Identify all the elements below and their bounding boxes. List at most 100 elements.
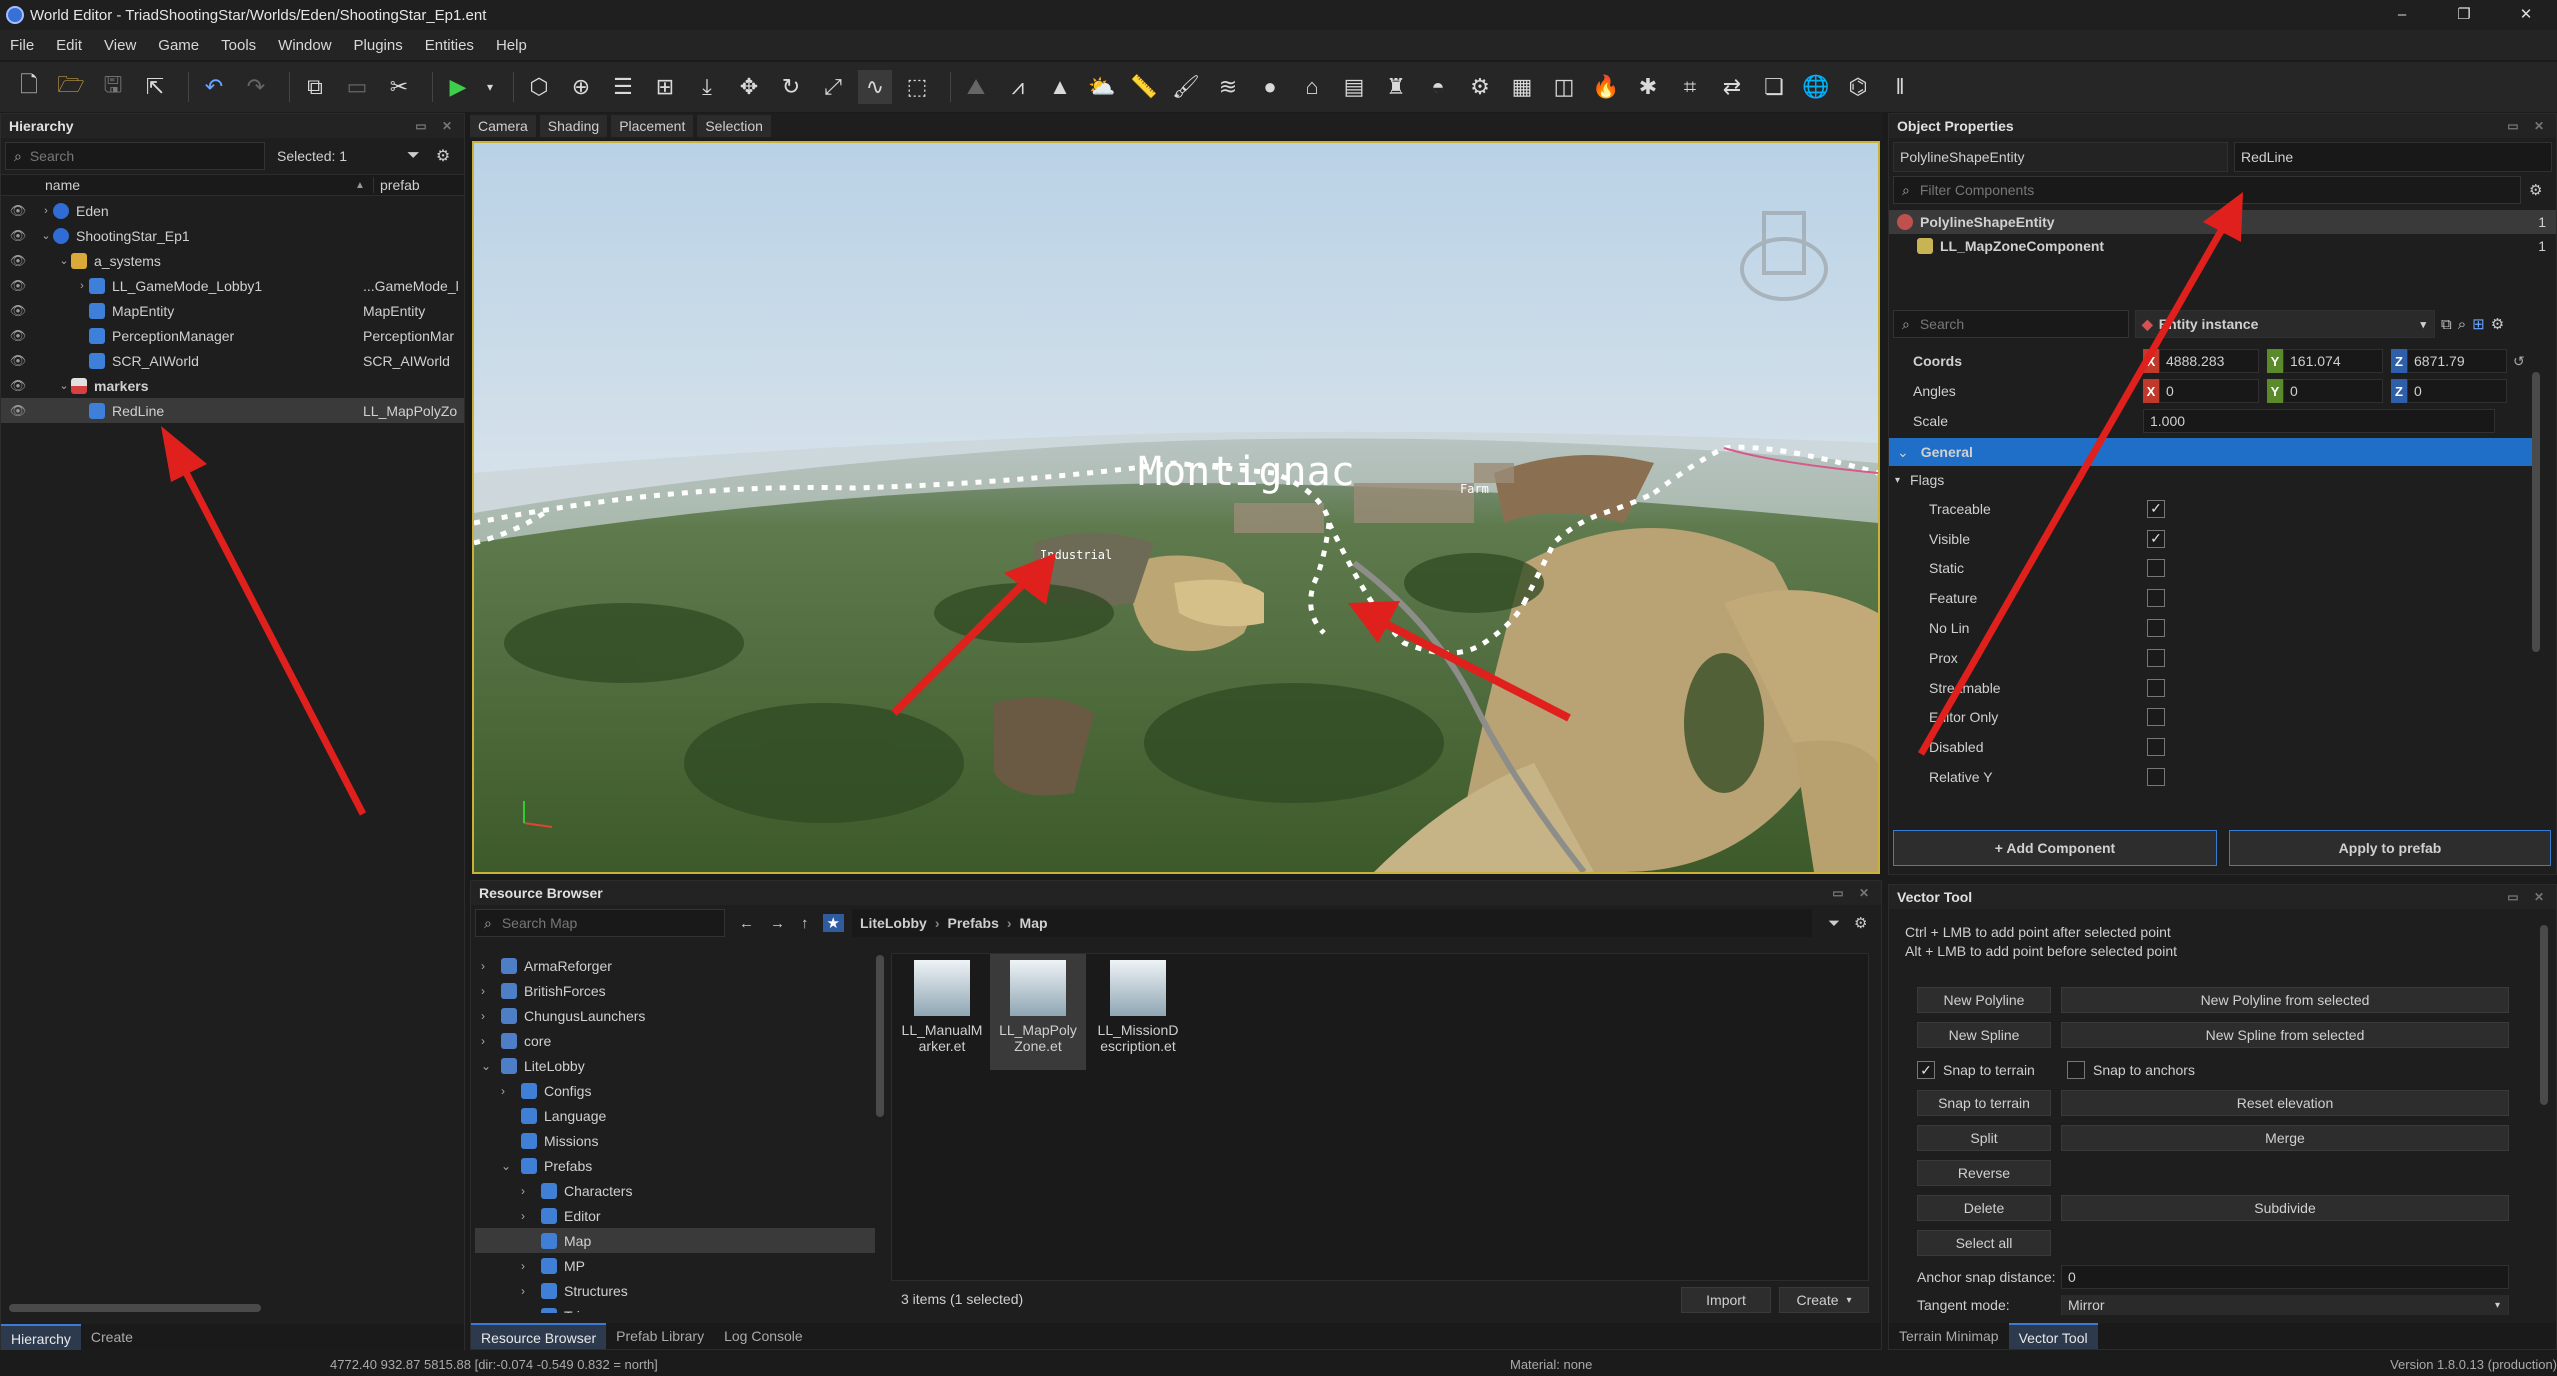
tab-terrain-minimap[interactable]: Terrain Minimap: [1889, 1323, 2009, 1349]
factory-icon[interactable]: ⌬: [1841, 70, 1875, 104]
up-arrow-icon[interactable]: ↑: [801, 915, 809, 932]
breadcrumb-item[interactable]: Prefabs: [948, 915, 999, 931]
windows-icon[interactable]: ❏: [1757, 70, 1791, 104]
settings-gear-icon[interactable]: ⚙: [2529, 181, 2542, 199]
anchor-snap-input[interactable]: 0: [2061, 1265, 2509, 1289]
breadcrumb-item[interactable]: LiteLobby: [860, 915, 927, 931]
apply-to-prefab-button[interactable]: Apply to prefab: [2229, 830, 2551, 866]
reset-elevation-button[interactable]: Reset elevation: [2061, 1090, 2509, 1116]
find-icon[interactable]: ⌕: [2458, 316, 2466, 333]
snap-anchors-checkbox[interactable]: [2067, 1061, 2085, 1079]
castle-icon[interactable]: ♜: [1379, 70, 1413, 104]
tab-hierarchy[interactable]: Hierarchy: [1, 1324, 81, 1350]
angles-y-input[interactable]: 0: [2283, 379, 2383, 403]
minimize-button[interactable]: –: [2371, 0, 2433, 30]
maximize-button[interactable]: ❐: [2433, 0, 2495, 30]
menu-edit[interactable]: Edit: [56, 37, 82, 54]
resource-tree-row[interactable]: ›Triggers: [475, 1303, 875, 1313]
flag-checkbox[interactable]: ✓: [2147, 529, 2165, 548]
coords-x-input[interactable]: 4888.283: [2159, 349, 2259, 373]
expand-chevron-icon[interactable]: ›: [521, 1184, 535, 1198]
add-component-button[interactable]: + Add Component: [1893, 830, 2217, 866]
properties-scrollbar[interactable]: [2532, 372, 2540, 652]
component-row-polyline[interactable]: PolylineShapeEntity 1: [1889, 210, 2556, 234]
filter-icon[interactable]: ⏷: [1828, 915, 1840, 932]
paint-icon[interactable]: 🖌: [1169, 70, 1203, 104]
snap-grid-icon[interactable]: ⊞: [648, 70, 682, 104]
menu-tools[interactable]: Tools: [221, 37, 256, 54]
reset-icon[interactable]: ↺: [2513, 353, 2525, 370]
vector-tool-scrollbar[interactable]: [2540, 925, 2548, 1105]
merge-button[interactable]: Merge: [2061, 1125, 2509, 1151]
drop-to-ground-icon[interactable]: ⤓: [690, 70, 724, 104]
snap-terrain-checkbox[interactable]: ✓: [1917, 1061, 1935, 1079]
pause-icon[interactable]: ‖: [1883, 70, 1917, 104]
expand-chevron-icon[interactable]: ›: [481, 1009, 495, 1023]
close-button[interactable]: ✕: [2495, 0, 2557, 30]
snap-to-terrain-button[interactable]: Snap to terrain: [1917, 1090, 2051, 1116]
reverse-button[interactable]: Reverse: [1917, 1160, 2051, 1186]
tab-log-console[interactable]: Log Console: [714, 1323, 813, 1349]
flag-checkbox[interactable]: [2147, 738, 2165, 757]
settings-gear-icon[interactable]: ⚙: [1854, 914, 1867, 932]
target-icon[interactable]: ⊕: [564, 70, 598, 104]
resource-tree-row[interactable]: › Configs: [475, 1078, 875, 1103]
import-button[interactable]: Import: [1681, 1287, 1771, 1313]
resource-tree-row[interactable]: Language: [475, 1103, 875, 1128]
instance-mode-select[interactable]: ◆ Entity instance ▾: [2135, 310, 2435, 338]
file-item[interactable]: LL_ManualM arker.et: [898, 960, 986, 1054]
breadcrumb-item[interactable]: Map: [1020, 915, 1048, 931]
expand-chevron-icon[interactable]: ›: [481, 1034, 495, 1048]
resource-tree-row[interactable]: › core: [475, 1028, 875, 1053]
flag-checkbox[interactable]: [2147, 708, 2165, 727]
flag-checkbox[interactable]: [2147, 678, 2165, 697]
sphere-icon[interactable]: ●: [1253, 70, 1287, 104]
coords-y-input[interactable]: 161.074: [2283, 349, 2383, 373]
scale-input[interactable]: 1.000: [2143, 409, 2495, 433]
tab-prefab-library[interactable]: Prefab Library: [606, 1323, 714, 1349]
copy-icon[interactable]: ⧉: [298, 70, 332, 104]
favorite-star-icon[interactable]: ★: [822, 914, 844, 932]
layers-icon[interactable]: ☰: [606, 70, 640, 104]
globe-icon[interactable]: 🌐: [1799, 70, 1833, 104]
3d-viewport[interactable]: Montignac Industrial Farm: [472, 141, 1880, 874]
terrain-icon[interactable]: ⛰: [959, 70, 993, 104]
expand-chevron-icon[interactable]: ›: [521, 1284, 535, 1298]
file-item-selected[interactable]: LL_MapPoly Zone.et: [990, 954, 1086, 1070]
paste-icon[interactable]: ▭: [340, 70, 374, 104]
tangent-mode-select[interactable]: Mirror ▾: [2061, 1295, 2509, 1315]
menu-entities[interactable]: Entities: [425, 37, 474, 54]
angles-z-input[interactable]: 0: [2407, 379, 2507, 403]
resource-tree-row[interactable]: › ArmaReforger: [475, 953, 875, 978]
resource-tree-row[interactable]: › ChungusLaunchers: [475, 1003, 875, 1028]
subdivide-button[interactable]: Subdivide: [2061, 1195, 2509, 1221]
expand-chevron-icon[interactable]: ›: [481, 984, 495, 998]
flag-checkbox[interactable]: [2147, 589, 2165, 608]
save-icon[interactable]: 🖫: [96, 70, 130, 104]
component-row-mapzone[interactable]: LL_MapZoneComponent 1: [1889, 234, 2556, 258]
tab-placement[interactable]: Placement: [611, 115, 694, 137]
flag-checkbox[interactable]: [2147, 648, 2165, 667]
tree-icon[interactable]: ▲: [1043, 70, 1077, 104]
flag-checkbox[interactable]: [2147, 768, 2165, 787]
resource-tree-row[interactable]: › MP: [475, 1253, 875, 1278]
menu-file[interactable]: File: [10, 37, 34, 54]
road-icon[interactable]: ≋: [1211, 70, 1245, 104]
resource-search-input[interactable]: ⌕ Search Map: [475, 909, 725, 937]
expand-chevron-icon[interactable]: ⌄: [481, 1059, 495, 1073]
create-button[interactable]: Create ▾: [1779, 1287, 1869, 1313]
menu-help[interactable]: Help: [496, 37, 527, 54]
map-icon[interactable]: ▦: [1505, 70, 1539, 104]
move-icon[interactable]: ✥: [732, 70, 766, 104]
settings-gear-icon[interactable]: ⚙: [2491, 315, 2504, 333]
tab-selection[interactable]: Selection: [697, 115, 771, 137]
bug-icon[interactable]: ✱: [1631, 70, 1665, 104]
tab-vector-tool[interactable]: Vector Tool: [2008, 1323, 2098, 1349]
dome-icon[interactable]: ◓: [1421, 70, 1455, 104]
export-icon[interactable]: ⇱: [138, 70, 172, 104]
flag-checkbox[interactable]: [2147, 559, 2165, 578]
redo-icon[interactable]: ↷: [239, 70, 273, 104]
fire-icon[interactable]: 🔥: [1589, 70, 1623, 104]
open-folder-icon[interactable]: 🗁: [54, 70, 88, 104]
filter-components-input[interactable]: ⌕ Filter Components: [1893, 176, 2521, 204]
